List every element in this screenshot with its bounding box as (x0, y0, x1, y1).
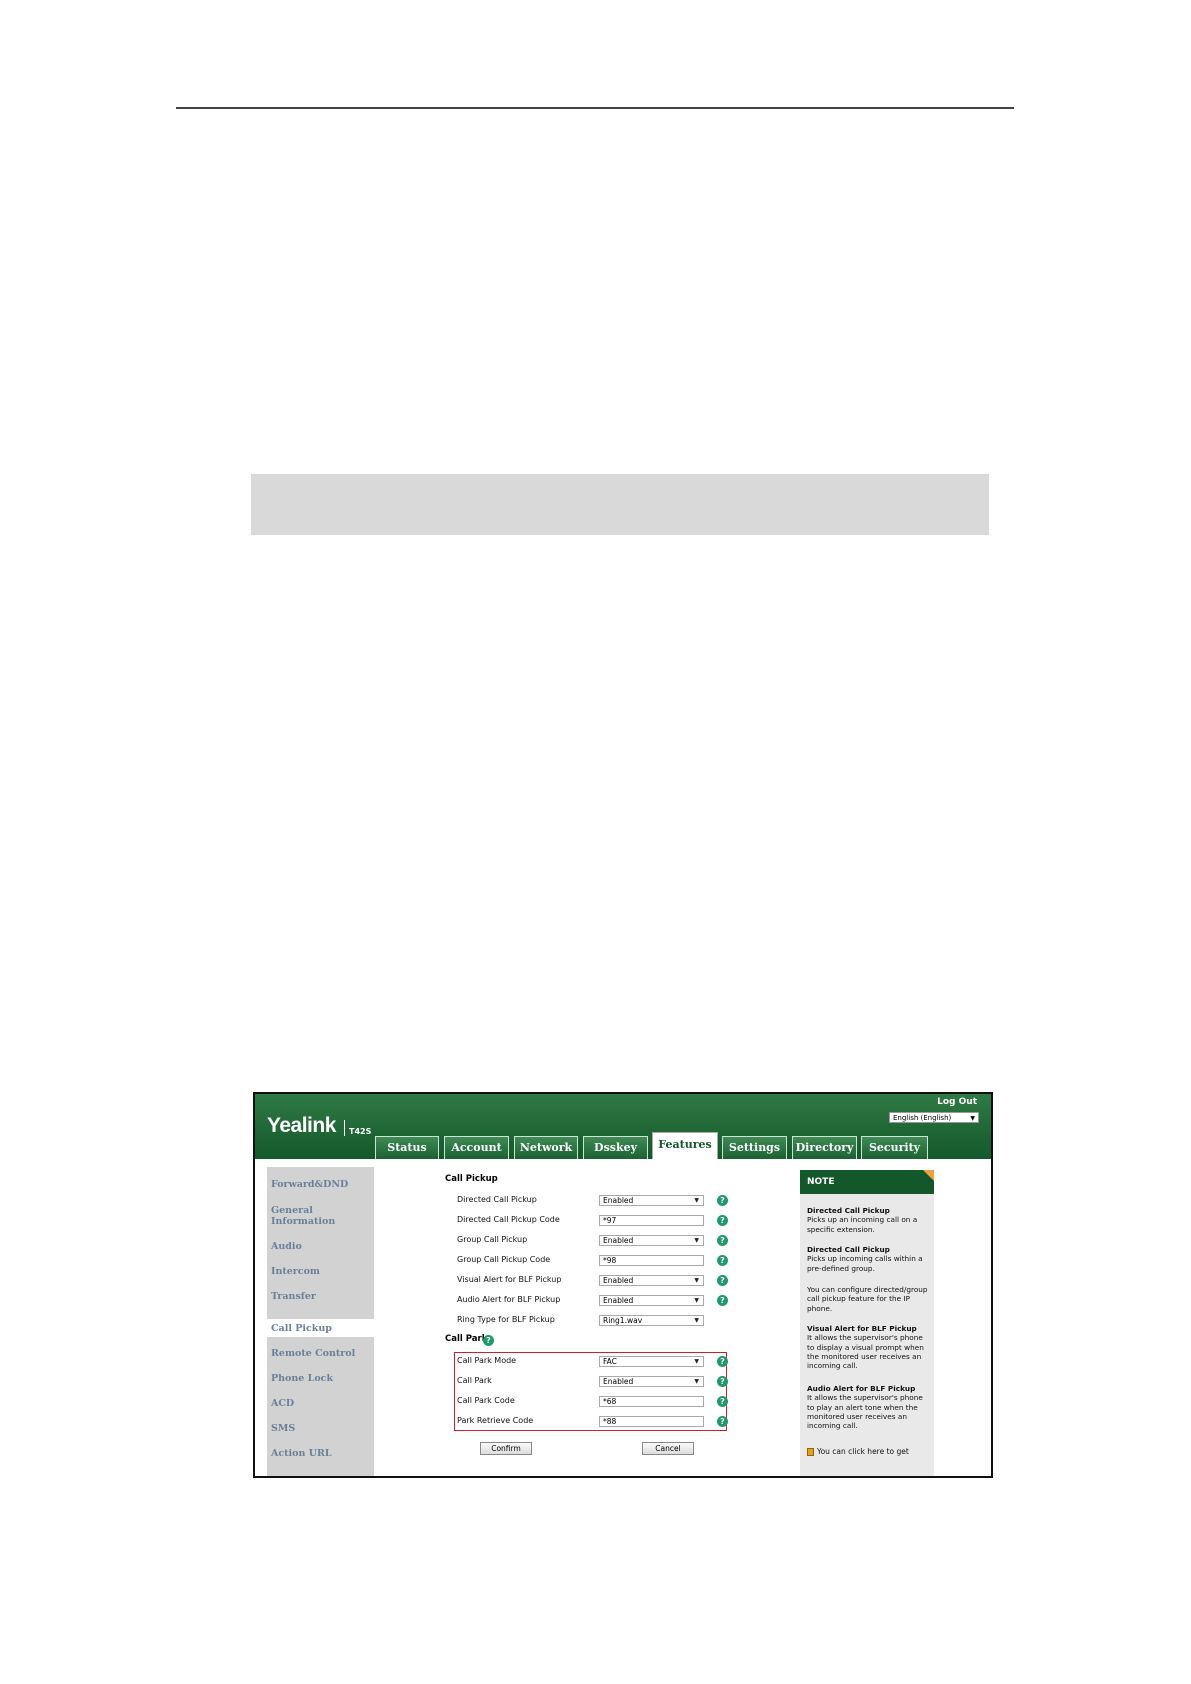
chevron-down-icon: ▼ (694, 1197, 699, 1204)
sidebar-item-action-url[interactable]: Action URL (271, 1448, 332, 1459)
note-description: Picks up incoming calls within a pre-def… (807, 1254, 923, 1273)
web-ui-screenshot: Yealink T42S Log Out English (English) ▼… (253, 1092, 993, 1478)
language-value: English (English) (893, 1114, 952, 1122)
directed-call-pickup-select[interactable]: Enabled ▼ (599, 1195, 704, 1206)
visual-alert-blf-label: Visual Alert for BLF Pickup (457, 1275, 562, 1284)
visual-alert-blf-select[interactable]: Enabled ▼ (599, 1275, 704, 1286)
chevron-down-icon: ▼ (970, 1115, 975, 1122)
select-value: FAC (603, 1357, 617, 1366)
note-item: You can configure directed/group call pi… (807, 1285, 929, 1313)
tab-dsskey[interactable]: Dsskey (583, 1136, 648, 1159)
call-park-title: Call Park (445, 1334, 488, 1344)
select-value: Enabled (603, 1196, 634, 1205)
group-call-pickup-code-label: Group Call Pickup Code (457, 1255, 551, 1264)
call-park-select[interactable]: Enabled ▼ (599, 1376, 704, 1387)
page-header-rule (176, 107, 1014, 109)
sidebar-item-audio[interactable]: Audio (271, 1241, 302, 1252)
directed-call-pickup-code-input[interactable]: *97 (599, 1215, 704, 1226)
call-park-label: Call Park (457, 1376, 492, 1385)
group-call-pickup-label: Group Call Pickup (457, 1235, 528, 1244)
select-value: Ring1.wav (603, 1316, 643, 1325)
tab-status[interactable]: Status (375, 1136, 439, 1159)
select-value: Enabled (603, 1236, 634, 1245)
note-description: It allows the supervisor's phone to play… (807, 1393, 923, 1431)
help-icon[interactable]: ? (717, 1396, 728, 1407)
note-heading: Visual Alert for BLF Pickup (807, 1324, 917, 1333)
note-item: Visual Alert for BLF Pickup It allows the… (807, 1324, 929, 1370)
help-icon[interactable]: ? (717, 1376, 728, 1387)
audio-alert-blf-select[interactable]: Enabled ▼ (599, 1295, 704, 1306)
call-park-mode-label: Call Park Mode (457, 1356, 517, 1365)
help-icon[interactable]: ? (717, 1195, 728, 1206)
cancel-button[interactable]: Cancel (642, 1442, 694, 1455)
chevron-down-icon: ▼ (694, 1277, 699, 1284)
help-icon[interactable]: ? (717, 1255, 728, 1266)
sidebar-item-intercom[interactable]: Intercom (271, 1266, 320, 1277)
sidebar-item-general-information[interactable]: General Information (271, 1205, 341, 1227)
tab-features[interactable]: Features (652, 1132, 718, 1159)
note-description: Picks up an incoming call on a specific … (807, 1215, 918, 1234)
note-heading: Directed Call Pickup (807, 1245, 890, 1254)
help-icon[interactable]: ? (717, 1295, 728, 1306)
park-retrieve-code-label: Park Retrieve Code (457, 1416, 534, 1425)
call-park-code-input[interactable]: *68 (599, 1396, 704, 1407)
audio-alert-blf-label: Audio Alert for BLF Pickup (457, 1295, 561, 1304)
help-icon[interactable]: ? (717, 1215, 728, 1226)
park-retrieve-code-input[interactable]: *88 (599, 1416, 704, 1427)
sidebar-item-acd[interactable]: ACD (271, 1398, 294, 1409)
sidebar-item-remote-control[interactable]: Remote Control (271, 1348, 355, 1359)
help-icon[interactable]: ? (717, 1356, 728, 1367)
note-item: Audio Alert for BLF Pickup It allows the … (807, 1384, 929, 1430)
sidebar-item-forward-dnd[interactable]: Forward&DND (271, 1179, 348, 1190)
main-tabs: Status Account Network Dsskey Features S… (255, 1132, 991, 1159)
help-icon[interactable]: ? (717, 1416, 728, 1427)
chevron-down-icon: ▼ (694, 1237, 699, 1244)
call-park-mode-select[interactable]: FAC ▼ (599, 1356, 704, 1367)
note-description: You can configure directed/group call pi… (807, 1285, 928, 1313)
header-bar: Yealink T42S Log Out English (English) ▼… (255, 1094, 991, 1159)
group-call-pickup-code-input[interactable]: *98 (599, 1255, 704, 1266)
chevron-down-icon: ▼ (694, 1317, 699, 1324)
sidebar-item-call-pickup[interactable]: Call Pickup (271, 1323, 332, 1334)
note-heading: Directed Call Pickup (807, 1206, 890, 1215)
note-header: NOTE (800, 1170, 934, 1194)
directed-call-pickup-label: Directed Call Pickup (457, 1195, 537, 1204)
note-footer-link[interactable]: You can click here to get (807, 1447, 909, 1456)
ring-type-blf-select[interactable]: Ring1.wav ▼ (599, 1315, 704, 1326)
select-value: Enabled (603, 1296, 634, 1305)
help-icon[interactable]: ? (483, 1335, 494, 1346)
book-icon (807, 1448, 814, 1456)
chevron-down-icon: ▼ (694, 1297, 699, 1304)
tab-network[interactable]: Network (514, 1136, 578, 1159)
note-item: Directed Call Pickup Picks up incoming ca… (807, 1245, 929, 1273)
sidebar-item-sms[interactable]: SMS (271, 1423, 295, 1434)
call-park-code-label: Call Park Code (457, 1396, 515, 1405)
note-footer-text: You can click here to get (817, 1447, 909, 1456)
confirm-button[interactable]: Confirm (480, 1442, 532, 1455)
sidebar-item-phone-lock[interactable]: Phone Lock (271, 1373, 333, 1384)
note-heading: Audio Alert for BLF Pickup (807, 1384, 916, 1393)
directed-call-pickup-code-label: Directed Call Pickup Code (457, 1215, 560, 1224)
shaded-note-box (251, 474, 989, 535)
tab-settings[interactable]: Settings (722, 1136, 787, 1159)
tab-security[interactable]: Security (861, 1136, 928, 1159)
help-icon[interactable]: ? (717, 1235, 728, 1246)
sidebar-item-transfer[interactable]: Transfer (271, 1291, 316, 1302)
note-title: NOTE (807, 1177, 835, 1187)
ring-type-blf-label: Ring Type for BLF Pickup (457, 1315, 555, 1324)
tab-directory[interactable]: Directory (792, 1136, 857, 1159)
note-item: Directed Call Pickup Picks up an incoming… (807, 1206, 929, 1234)
chevron-down-icon: ▼ (694, 1358, 699, 1365)
select-value: Enabled (603, 1377, 634, 1386)
help-icon[interactable]: ? (717, 1275, 728, 1286)
group-call-pickup-select[interactable]: Enabled ▼ (599, 1235, 704, 1246)
note-corner-icon (923, 1170, 934, 1181)
language-select[interactable]: English (English) ▼ (889, 1112, 979, 1123)
logout-link[interactable]: Log Out (937, 1097, 977, 1107)
tab-account[interactable]: Account (444, 1136, 509, 1159)
chevron-down-icon: ▼ (694, 1378, 699, 1385)
note-description: It allows the supervisor's phone to disp… (807, 1333, 924, 1371)
select-value: Enabled (603, 1276, 634, 1285)
call-pickup-title: Call Pickup (445, 1174, 498, 1184)
